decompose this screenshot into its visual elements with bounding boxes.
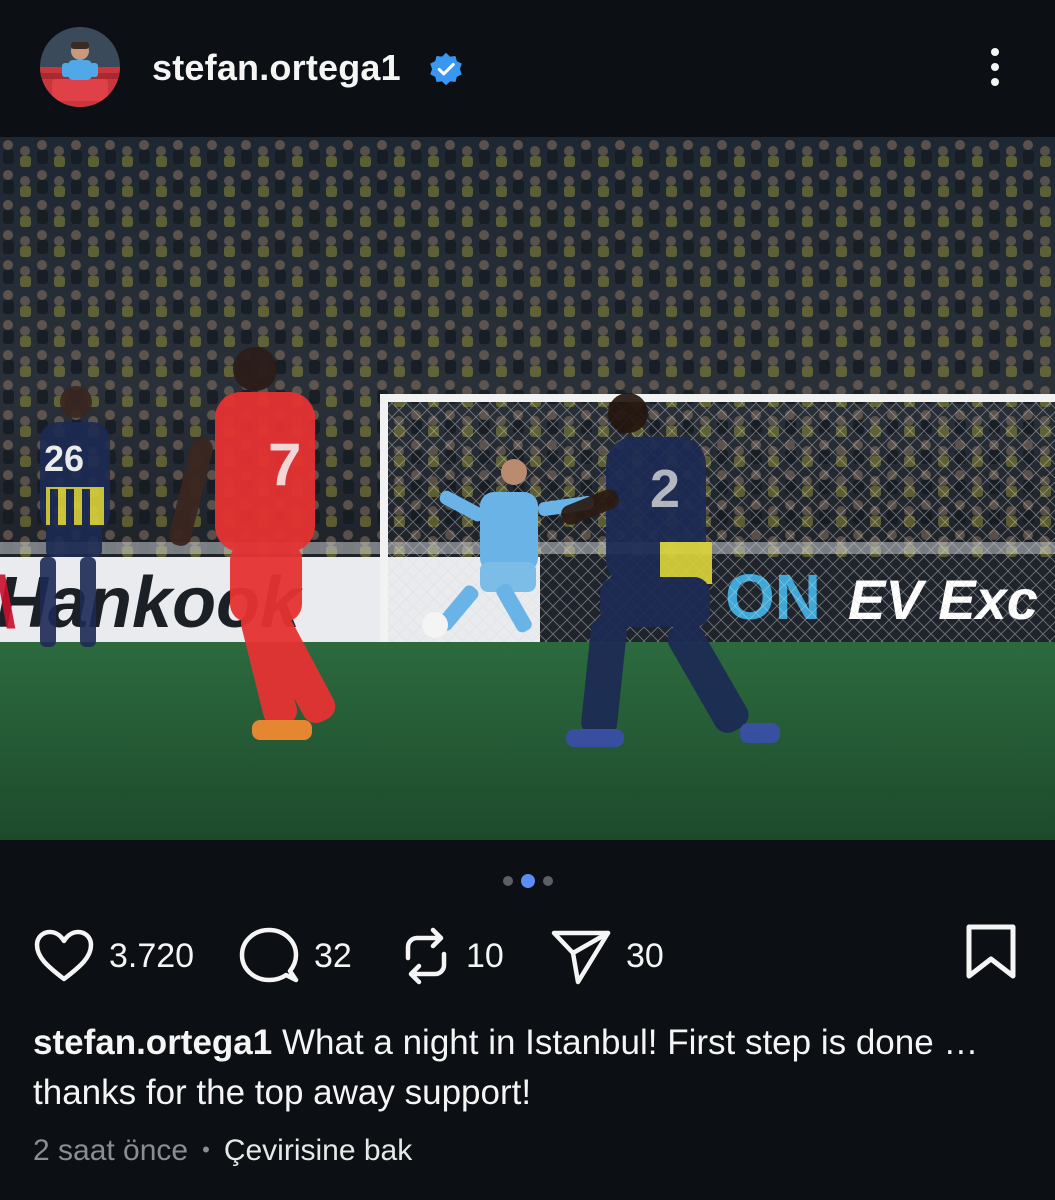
- repost-count: 10: [466, 937, 504, 975]
- avatar[interactable]: [40, 27, 120, 107]
- carousel-dot: [542, 875, 553, 886]
- comment-icon: [239, 927, 299, 983]
- verified-badge-icon: [430, 52, 462, 86]
- action-bar: 3.720 32 10 30: [0, 920, 1055, 992]
- jersey-number-2: 2: [650, 459, 680, 519]
- like-button[interactable]: 3.720: [33, 920, 194, 992]
- football-match-photo: Hankook \ ON EV Exc 7: [0, 137, 1055, 840]
- share-button[interactable]: 30: [550, 920, 664, 992]
- more-vertical-icon: [991, 48, 999, 56]
- avatar-image: [40, 27, 120, 107]
- repost-icon: [405, 927, 447, 985]
- post-caption: stefan.ortega1 What a night in Istanbul!…: [33, 1018, 1028, 1118]
- post-photo[interactable]: Hankook \ ON EV Exc 7: [0, 137, 1055, 840]
- header-username[interactable]: stefan.ortega1: [152, 46, 401, 90]
- comment-count: 32: [314, 937, 352, 975]
- like-count: 3.720: [109, 937, 195, 975]
- repost-button[interactable]: 10: [400, 920, 504, 992]
- post-meta: 2 saat önce • Çevirisine bak: [33, 1130, 412, 1171]
- jersey-number-7: 7: [268, 431, 301, 498]
- post-header: stefan.ortega1: [0, 0, 1055, 136]
- bookmark-icon[interactable]: [964, 923, 1018, 981]
- share-count: 30: [626, 937, 664, 975]
- heart-icon: [34, 929, 94, 982]
- post-timestamp: 2 saat önce: [33, 1134, 189, 1167]
- send-icon: [551, 930, 611, 985]
- comment-button[interactable]: 32: [238, 920, 352, 992]
- svg-text:\: \: [0, 563, 16, 643]
- jersey-number-26: 26: [44, 438, 84, 479]
- see-translation-link[interactable]: Çevirisine bak: [224, 1134, 412, 1167]
- carousel-dot-active: [520, 873, 535, 888]
- caption-username[interactable]: stefan.ortega1: [33, 1023, 272, 1062]
- more-options-button[interactable]: [976, 44, 1014, 94]
- meta-separator: •: [202, 1137, 210, 1162]
- carousel-indicator: [0, 872, 1055, 888]
- carousel-dot: [502, 875, 513, 886]
